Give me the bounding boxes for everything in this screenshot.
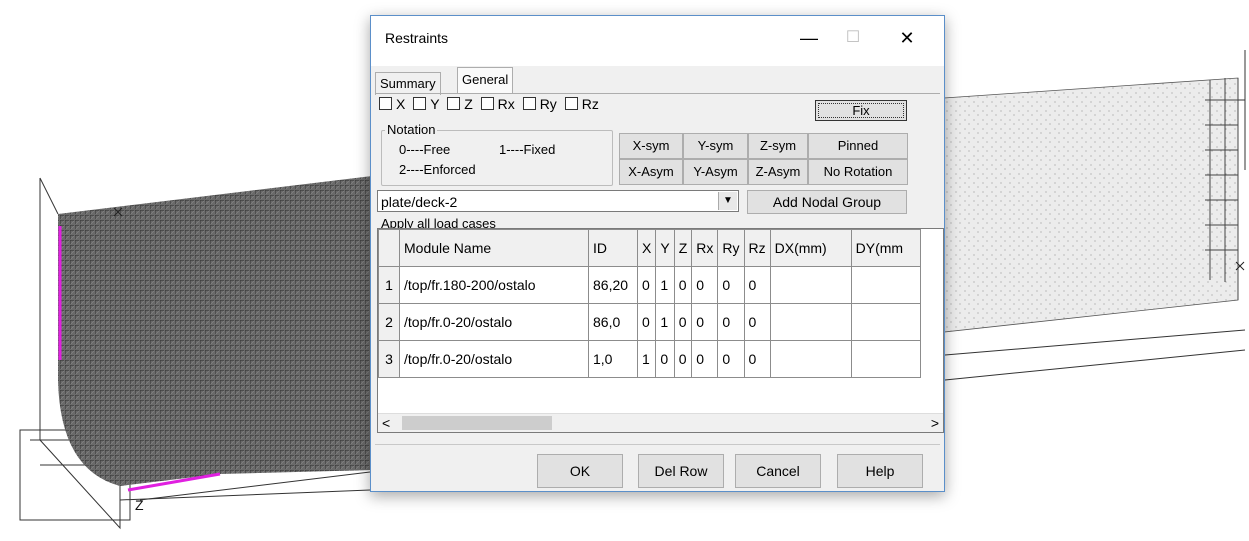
cell-x[interactable]: 0 bbox=[636, 303, 657, 341]
pinned-button[interactable]: Pinned bbox=[808, 133, 908, 159]
cell-id[interactable]: 1,0 bbox=[588, 340, 638, 378]
cell-dy[interactable] bbox=[850, 303, 921, 341]
cell-z[interactable]: 0 bbox=[673, 340, 693, 378]
cell-id[interactable]: 86,0 bbox=[588, 303, 638, 341]
horizontal-scrollbar[interactable]: < > bbox=[378, 413, 943, 432]
y-sym-button[interactable]: Y-sym bbox=[683, 133, 748, 159]
cell-y[interactable]: 0 bbox=[655, 340, 675, 378]
col-x[interactable]: X bbox=[636, 229, 657, 267]
restraints-table: Module Name ID X Y Z Rx Ry Rz DX(mm) DY(… bbox=[377, 228, 944, 433]
mesh-left bbox=[58, 176, 372, 486]
cell-z[interactable]: 0 bbox=[673, 303, 693, 341]
scroll-right-icon[interactable]: > bbox=[931, 414, 939, 432]
cell-module-name[interactable]: /top/fr.0-20/ostalo bbox=[399, 303, 589, 341]
cell-z[interactable]: 0 bbox=[673, 266, 693, 304]
cell-dx[interactable] bbox=[769, 340, 852, 378]
cell-module-name[interactable]: /top/fr.180-200/ostalo bbox=[399, 266, 589, 304]
fix-button[interactable]: Fix bbox=[815, 100, 907, 121]
table-row[interactable]: 1 /top/fr.180-200/ostalo 86,20 0 1 0 0 0… bbox=[378, 266, 921, 304]
cell-dx[interactable] bbox=[769, 266, 852, 304]
checkbox-z[interactable]: Z bbox=[447, 96, 473, 112]
cell-rx[interactable]: 0 bbox=[691, 303, 719, 341]
col-y[interactable]: Y bbox=[655, 229, 675, 267]
help-button[interactable]: Help bbox=[837, 454, 923, 488]
z-asym-button[interactable]: Z-Asym bbox=[748, 159, 808, 185]
checkbox-y[interactable]: Y bbox=[413, 96, 439, 112]
cell-rz[interactable]: 0 bbox=[743, 303, 771, 341]
no-rotation-button[interactable]: No Rotation bbox=[808, 159, 908, 185]
dialog-title: Restraints bbox=[385, 30, 449, 46]
table-header-row: Module Name ID X Y Z Rx Ry Rz DX(mm) DY(… bbox=[378, 229, 921, 267]
notation-enforced: 2----Enforced bbox=[399, 162, 476, 177]
col-rz[interactable]: Rz bbox=[743, 229, 771, 267]
cell-y[interactable]: 1 bbox=[655, 303, 675, 341]
notation-group bbox=[381, 130, 613, 186]
col-module-name[interactable]: Module Name bbox=[399, 229, 589, 267]
title-bar: Restraints — ☐ ✕ bbox=[371, 16, 944, 66]
cell-rx[interactable]: 0 bbox=[691, 266, 719, 304]
tab-general[interactable]: General bbox=[457, 67, 514, 94]
nodal-group-select[interactable]: plate/deck-2 ▼ bbox=[377, 190, 739, 212]
z-axis-label: Z bbox=[135, 497, 144, 513]
row-number[interactable]: 3 bbox=[378, 340, 400, 378]
corner-header bbox=[378, 229, 400, 267]
col-z[interactable]: Z bbox=[673, 229, 693, 267]
scroll-left-icon[interactable]: < bbox=[382, 414, 390, 432]
minimize-icon[interactable]: — bbox=[787, 22, 831, 54]
cell-ry[interactable]: 0 bbox=[717, 303, 745, 341]
z-sym-button[interactable]: Z-sym bbox=[748, 133, 808, 159]
mesh-right bbox=[943, 77, 1239, 333]
ok-button[interactable]: OK bbox=[537, 454, 623, 488]
cell-ry[interactable]: 0 bbox=[717, 340, 745, 378]
checkbox-rx[interactable]: Rx bbox=[480, 96, 515, 112]
nodal-group-value: plate/deck-2 bbox=[381, 194, 458, 210]
restraints-dialog: Restraints — ☐ ✕ Summary General X Y Z R… bbox=[370, 15, 945, 492]
cell-rz[interactable]: 0 bbox=[743, 340, 771, 378]
cell-ry[interactable]: 0 bbox=[717, 266, 745, 304]
notation-free: 0----Free bbox=[399, 142, 451, 157]
add-nodal-group-button[interactable]: Add Nodal Group bbox=[747, 190, 907, 214]
cell-module-name[interactable]: /top/fr.0-20/ostalo bbox=[399, 340, 589, 378]
y-asym-button[interactable]: Y-Asym bbox=[683, 159, 748, 185]
cell-id[interactable]: 86,20 bbox=[588, 266, 638, 304]
dof-checkbox-row: X Y Z Rx Ry Rz bbox=[379, 96, 599, 112]
cancel-button[interactable]: Cancel bbox=[735, 454, 821, 488]
cell-dy[interactable] bbox=[850, 266, 921, 304]
col-dy[interactable]: DY(mm bbox=[850, 229, 921, 267]
scroll-thumb[interactable] bbox=[402, 416, 552, 430]
tab-summary[interactable]: Summary bbox=[375, 72, 441, 95]
row-number[interactable]: 1 bbox=[378, 266, 400, 304]
cell-y[interactable]: 1 bbox=[655, 266, 675, 304]
notation-legend: Notation bbox=[385, 122, 438, 137]
col-rx[interactable]: Rx bbox=[691, 229, 719, 267]
notation-fixed: 1----Fixed bbox=[499, 142, 556, 157]
x-asym-button[interactable]: X-Asym bbox=[619, 159, 683, 185]
col-ry[interactable]: Ry bbox=[717, 229, 745, 267]
cell-dx[interactable] bbox=[769, 303, 852, 341]
cell-rz[interactable]: 0 bbox=[743, 266, 771, 304]
maximize-icon[interactable]: ☐ bbox=[831, 22, 875, 54]
col-id[interactable]: ID bbox=[588, 229, 638, 267]
cell-rx[interactable]: 0 bbox=[691, 340, 719, 378]
table-row[interactable]: 3 /top/fr.0-20/ostalo 1,0 1 0 0 0 0 0 bbox=[378, 340, 921, 378]
checkbox-x[interactable]: X bbox=[379, 96, 405, 112]
row-number[interactable]: 2 bbox=[378, 303, 400, 341]
del-row-button[interactable]: Del Row bbox=[638, 454, 724, 488]
close-icon[interactable]: ✕ bbox=[885, 22, 929, 54]
cell-dy[interactable] bbox=[850, 340, 921, 378]
x-sym-button[interactable]: X-sym bbox=[619, 133, 683, 159]
checkbox-rz[interactable]: Rz bbox=[564, 96, 599, 112]
dropdown-arrow-icon[interactable]: ▼ bbox=[718, 192, 737, 210]
table-row[interactable]: 2 /top/fr.0-20/ostalo 86,0 0 1 0 0 0 0 bbox=[378, 303, 921, 341]
checkbox-ry[interactable]: Ry bbox=[522, 96, 557, 112]
col-dx[interactable]: DX(mm) bbox=[769, 229, 852, 267]
cell-x[interactable]: 1 bbox=[636, 340, 657, 378]
cell-x[interactable]: 0 bbox=[636, 266, 657, 304]
